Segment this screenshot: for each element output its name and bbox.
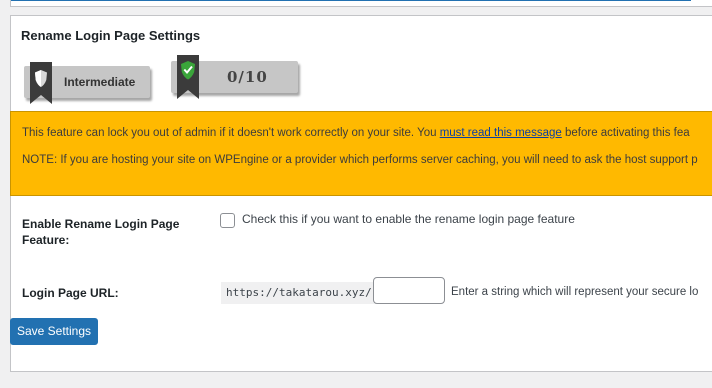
save-settings-button[interactable]: Save Settings bbox=[10, 318, 98, 345]
login-url-prefix: https://takatarou.xyz/ bbox=[221, 282, 377, 304]
login-url-label: Login Page URL: bbox=[22, 286, 119, 300]
score-badge: 0/10 bbox=[171, 55, 298, 99]
shield-check-icon bbox=[177, 55, 199, 99]
difficulty-label: Intermediate bbox=[64, 75, 136, 89]
shield-icon bbox=[30, 62, 52, 104]
previous-panel-accent bbox=[11, 0, 691, 1]
warning-notice: This feature can lock you out of admin i… bbox=[10, 111, 712, 196]
previous-panel bbox=[10, 0, 712, 7]
login-url-input[interactable] bbox=[373, 277, 445, 304]
enable-rename-help: Check this if you want to enable the ren… bbox=[242, 212, 575, 226]
difficulty-badge: Intermediate bbox=[24, 62, 150, 104]
score-value: 0/10 bbox=[227, 68, 268, 86]
warning-text-before-link: This feature can lock you out of admin i… bbox=[22, 127, 440, 139]
section-title: Rename Login Page Settings bbox=[21, 28, 201, 43]
warning-text-after-link: before activating this fea bbox=[561, 127, 690, 139]
enable-rename-checkbox[interactable] bbox=[220, 213, 235, 228]
warning-line-1: This feature can lock you out of admin i… bbox=[22, 127, 690, 139]
enable-rename-label: Enable Rename Login Page Feature: bbox=[22, 217, 180, 247]
must-read-link[interactable]: must read this message bbox=[440, 127, 562, 139]
login-url-help: Enter a string which will represent your… bbox=[451, 286, 699, 298]
warning-line-2: NOTE: If you are hosting your site on WP… bbox=[22, 154, 698, 166]
